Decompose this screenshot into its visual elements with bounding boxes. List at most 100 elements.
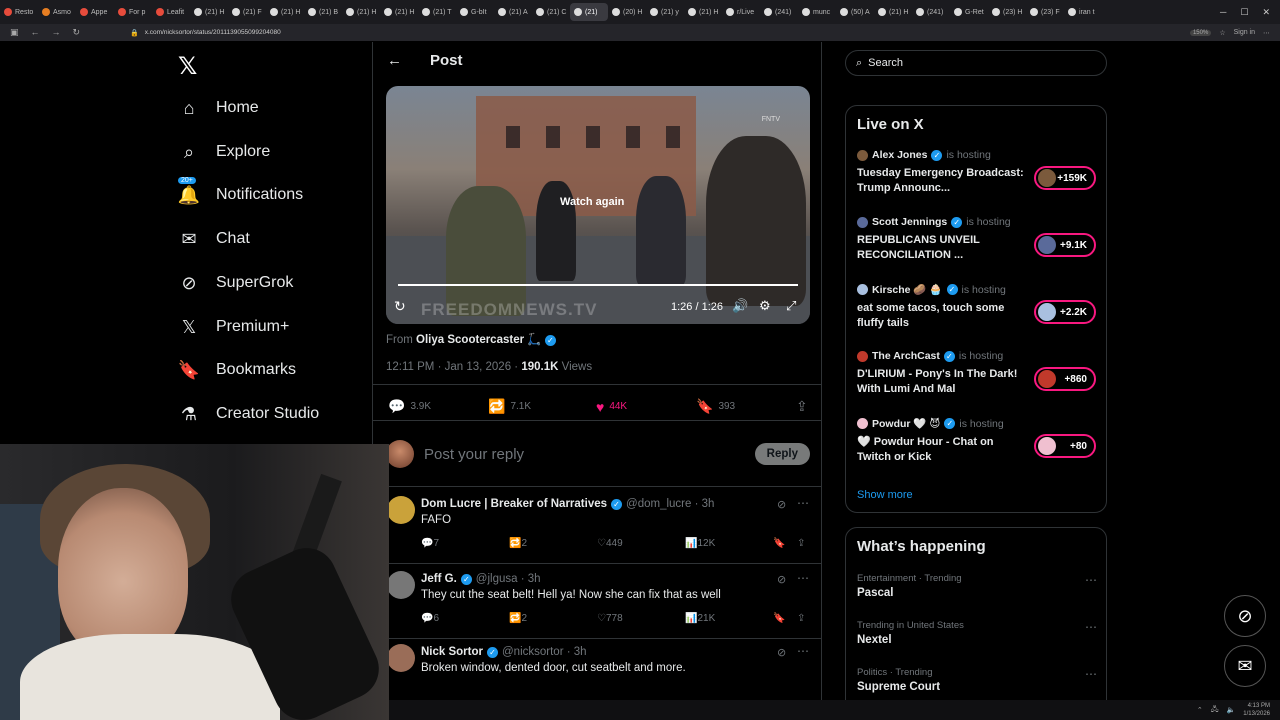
browser-menu-icon[interactable]: ⋯ <box>1263 29 1270 37</box>
forward-icon[interactable]: → <box>52 27 61 38</box>
show-more-link[interactable]: Show more <box>857 489 913 501</box>
sidebar-item-supergrok[interactable]: ⊘ SuperGrok <box>178 270 293 296</box>
browser-tab[interactable]: (23) F <box>1026 3 1064 21</box>
browser-tab[interactable]: (23) H <box>988 3 1026 21</box>
author-name[interactable]: Dom Lucre | Breaker of Narratives <box>421 498 607 510</box>
sidebar-item-notifications[interactable]: 🔔 20+ Notifications <box>178 177 303 208</box>
browser-tab[interactable]: r/Live <box>722 3 760 21</box>
views-action[interactable]: 📊 12K <box>685 538 715 549</box>
repost-action[interactable]: 🔁 7.1K <box>488 398 596 415</box>
avatar[interactable] <box>387 571 415 599</box>
browser-tab[interactable]: (21) H <box>342 3 380 21</box>
sidebar-item-premium[interactable]: 𝕏 Premium+ <box>178 314 290 340</box>
sidebar-toggle-icon[interactable]: ▣ <box>10 27 19 38</box>
browser-tab[interactable]: (21) H <box>266 3 304 21</box>
author-name[interactable]: Jeff G. <box>421 573 457 585</box>
tray-chevron-icon[interactable]: ⌃ <box>1197 706 1203 714</box>
trend-item[interactable]: Entertainment · Trending Pascal ⋯ <box>857 573 1097 599</box>
grok-icon[interactable]: ⊘ <box>777 498 786 511</box>
listener-count-pill[interactable]: +860 <box>1034 367 1096 391</box>
avatar[interactable] <box>387 496 415 524</box>
browser-tab[interactable]: (241) <box>760 3 798 21</box>
bookmark-action[interactable]: 🔖 393 <box>696 398 796 415</box>
source-author-link[interactable]: Oliya Scootercaster 🛴 <box>416 334 542 346</box>
sidebar-item-bookmarks[interactable]: 🔖 Bookmarks <box>178 357 296 383</box>
live-item[interactable]: The ArchCast ✓ is hosting D'LIRIUM - Pon… <box>857 350 1097 397</box>
sidebar-item-home[interactable]: ⌂ Home <box>178 95 259 121</box>
post-timestamp[interactable]: 12:11 PM · Jan 13, 2026 · <box>386 361 518 373</box>
search-input[interactable]: ⌕ Search <box>845 50 1107 76</box>
listener-count-pill[interactable]: +159K <box>1034 166 1096 190</box>
browser-tab[interactable]: (21) C <box>532 3 570 21</box>
close-icon[interactable]: ✕ <box>1262 7 1270 18</box>
live-item[interactable]: Scott Jennings ✓ is hosting REPUBLICANS … <box>857 216 1097 263</box>
grok-icon[interactable]: ⊘ <box>777 573 786 586</box>
browser-tab[interactable]: For p <box>114 3 152 21</box>
more-options-icon[interactable]: ⋯ <box>1085 620 1097 634</box>
reply-action[interactable]: 💬 7 <box>421 538 439 549</box>
zoom-level[interactable]: 150% <box>1189 29 1212 36</box>
settings-gear-icon[interactable]: ⚙ <box>759 298 771 314</box>
live-item[interactable]: Alex Jones ✓ is hosting Tuesday Emergenc… <box>857 149 1097 196</box>
sidebar-item-chat[interactable]: ✉ Chat <box>178 226 249 252</box>
sidebar-item-explore[interactable]: ⌕ Explore <box>178 139 270 165</box>
browser-tab[interactable]: Leafit <box>152 3 190 21</box>
browser-tab[interactable]: (21) B <box>304 3 342 21</box>
reply-input[interactable]: Post your reply <box>424 446 524 463</box>
volume-tray-icon[interactable]: 🔈 <box>1227 706 1236 714</box>
minimize-icon[interactable]: ─ <box>1220 7 1226 18</box>
replay-icon[interactable]: ↻ <box>394 298 406 315</box>
browser-tab[interactable]: (21) H <box>684 3 722 21</box>
browser-tab[interactable]: Asmo <box>38 3 76 21</box>
live-item[interactable]: Powdur 🤍 😈 ✓ is hosting 🤍 Powdur Hour - … <box>857 417 1097 465</box>
watch-again-button[interactable]: Watch again <box>560 196 624 208</box>
browser-tab[interactable]: (21) T <box>418 3 456 21</box>
author-name[interactable]: Nick Sortor <box>421 646 483 658</box>
sign-in-button[interactable]: Sign in <box>1234 29 1255 36</box>
back-icon[interactable]: ← <box>31 27 40 38</box>
back-arrow-icon[interactable]: ← <box>387 52 402 69</box>
browser-tab[interactable]: (21) H <box>874 3 912 21</box>
browser-tab[interactable]: Appe <box>76 3 114 21</box>
like-action[interactable]: ♡ 449 <box>597 538 623 549</box>
browser-tab[interactable]: (21) H <box>190 3 228 21</box>
more-options-icon[interactable]: ⋯ <box>797 644 809 658</box>
browser-tab[interactable]: (20) H <box>608 3 646 21</box>
avatar[interactable] <box>387 644 415 672</box>
sidebar-item-creator-studio[interactable]: ⚗ Creator Studio <box>178 401 319 427</box>
trend-item[interactable]: Trending in United States Nextel ⋯ <box>857 620 1097 646</box>
volume-icon[interactable]: 🔊 <box>732 298 748 314</box>
system-clock[interactable]: 4:13 PM 1/13/2026 <box>1243 702 1270 718</box>
maximize-icon[interactable]: ☐ <box>1240 7 1248 18</box>
browser-tab[interactable]: G-Ret <box>950 3 988 21</box>
author-handle[interactable]: @dom_lucre · 3h <box>626 498 714 510</box>
browser-tab[interactable]: iran t <box>1064 3 1102 21</box>
fullscreen-icon[interactable]: ⤢ <box>786 298 796 314</box>
bookmark-icon[interactable]: 🔖 <box>773 613 785 624</box>
reply-action[interactable]: 💬 6 <box>421 613 439 624</box>
browser-tab[interactable]: (21) y <box>646 3 684 21</box>
browser-tab[interactable]: (241) <box>912 3 950 21</box>
like-action[interactable]: ♡ 778 <box>597 613 623 624</box>
author-handle[interactable]: @nicksortor · 3h <box>502 646 587 658</box>
share-icon[interactable]: ⇪ <box>797 538 805 549</box>
more-options-icon[interactable]: ⋯ <box>1085 667 1097 681</box>
more-options-icon[interactable]: ⋯ <box>1085 573 1097 587</box>
live-item[interactable]: Kirsche 🥔 🧁 ✓ is hosting eat some tacos,… <box>857 283 1097 331</box>
listener-count-pill[interactable]: +2.2K <box>1034 300 1096 324</box>
x-logo-icon[interactable]: 𝕏 <box>178 52 197 81</box>
reply-action[interactable]: 💬 3.9K <box>388 398 488 415</box>
repost-action[interactable]: 🔁 2 <box>509 538 527 549</box>
video-progress-bar[interactable] <box>398 284 798 286</box>
browser-tab[interactable]: (21) A <box>494 3 532 21</box>
browser-tab[interactable]: (21) F <box>228 3 266 21</box>
browser-tab[interactable]: (21) H <box>380 3 418 21</box>
listener-count-pill[interactable]: +80 <box>1034 434 1096 458</box>
more-options-icon[interactable]: ⋯ <box>797 496 809 510</box>
author-handle[interactable]: @jlgusa · 3h <box>476 573 541 585</box>
browser-tab[interactable]: (21) <box>570 3 608 21</box>
more-options-icon[interactable]: ⋯ <box>797 571 809 585</box>
browser-tab[interactable]: Resto <box>0 3 38 21</box>
network-icon[interactable]: 🖧 <box>1211 705 1219 716</box>
bookmark-icon[interactable]: 🔖 <box>773 538 785 549</box>
